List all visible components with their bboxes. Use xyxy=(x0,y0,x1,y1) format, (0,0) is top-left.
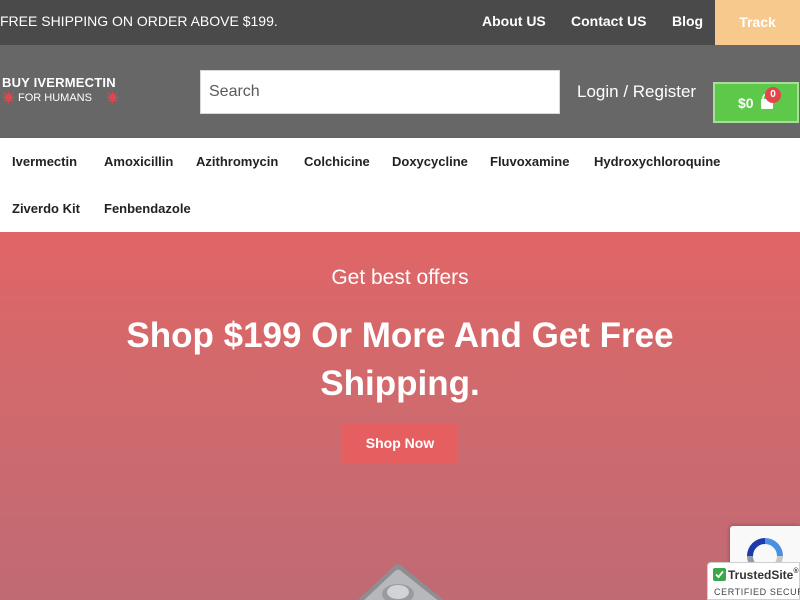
nav-item-azithromycin[interactable]: Azithromycin xyxy=(196,154,278,169)
track-button[interactable]: Track xyxy=(715,0,800,45)
logo-subtitle: FOR HUMANS xyxy=(18,92,92,104)
hero-headline: Shop $199 Or More And Get Free Shipping. xyxy=(126,316,674,403)
virus-icon xyxy=(106,91,119,104)
nav-item-fluvoxamine[interactable]: Fluvoxamine xyxy=(490,154,569,169)
search-input[interactable] xyxy=(201,71,559,113)
blog-link[interactable]: Blog xyxy=(672,13,703,29)
nav-item-colchicine[interactable]: Colchicine xyxy=(304,154,370,169)
main-nav: Ivermectin Amoxicillin Azithromycin Colc… xyxy=(0,138,800,232)
shop-now-button[interactable]: Shop Now xyxy=(342,424,458,463)
site-header: BUY IVERMECTIN FOR HUMANS Login / Regist… xyxy=(0,45,800,138)
contact-us-link[interactable]: Contact US xyxy=(571,13,646,29)
hero-banner: Get best offers Shop $199 Or More And Ge… xyxy=(0,232,800,600)
pill-blister-image xyxy=(358,564,444,600)
nav-item-ivermectin[interactable]: Ivermectin xyxy=(12,154,77,169)
logo-title: BUY IVERMECTIN xyxy=(2,75,116,90)
checkmark-icon xyxy=(713,568,726,581)
trustedsite-name: TrustedSite® xyxy=(728,568,799,582)
site-logo[interactable]: BUY IVERMECTIN FOR HUMANS xyxy=(0,75,125,107)
search-box xyxy=(200,70,560,114)
virus-icon xyxy=(2,91,15,104)
nav-item-ziverdo-kit[interactable]: Ziverdo Kit xyxy=(12,201,80,216)
login-register-link[interactable]: Login / Register xyxy=(577,82,696,102)
cart-count-badge: 0 xyxy=(765,87,781,103)
about-us-link[interactable]: About US xyxy=(482,13,546,29)
nav-item-doxycycline[interactable]: Doxycycline xyxy=(392,154,468,169)
nav-item-fenbendazole[interactable]: Fenbendazole xyxy=(104,201,191,216)
trustedsite-certified: CERTIFIED SECURE xyxy=(714,587,800,597)
nav-item-amoxicillin[interactable]: Amoxicillin xyxy=(104,154,173,169)
nav-item-hydroxychloroquine[interactable]: Hydroxychloroquine xyxy=(594,154,720,169)
top-bar: FREE SHIPPING ON ORDER ABOVE $199. About… xyxy=(0,0,800,45)
cart-total: $0 xyxy=(738,95,754,111)
hero-eyebrow: Get best offers xyxy=(331,266,469,289)
free-shipping-promo: FREE SHIPPING ON ORDER ABOVE $199. xyxy=(0,13,278,29)
trustedsite-badge[interactable]: TrustedSite® CERTIFIED SECURE xyxy=(707,562,800,600)
cart-button[interactable]: $0 0 xyxy=(713,82,799,123)
